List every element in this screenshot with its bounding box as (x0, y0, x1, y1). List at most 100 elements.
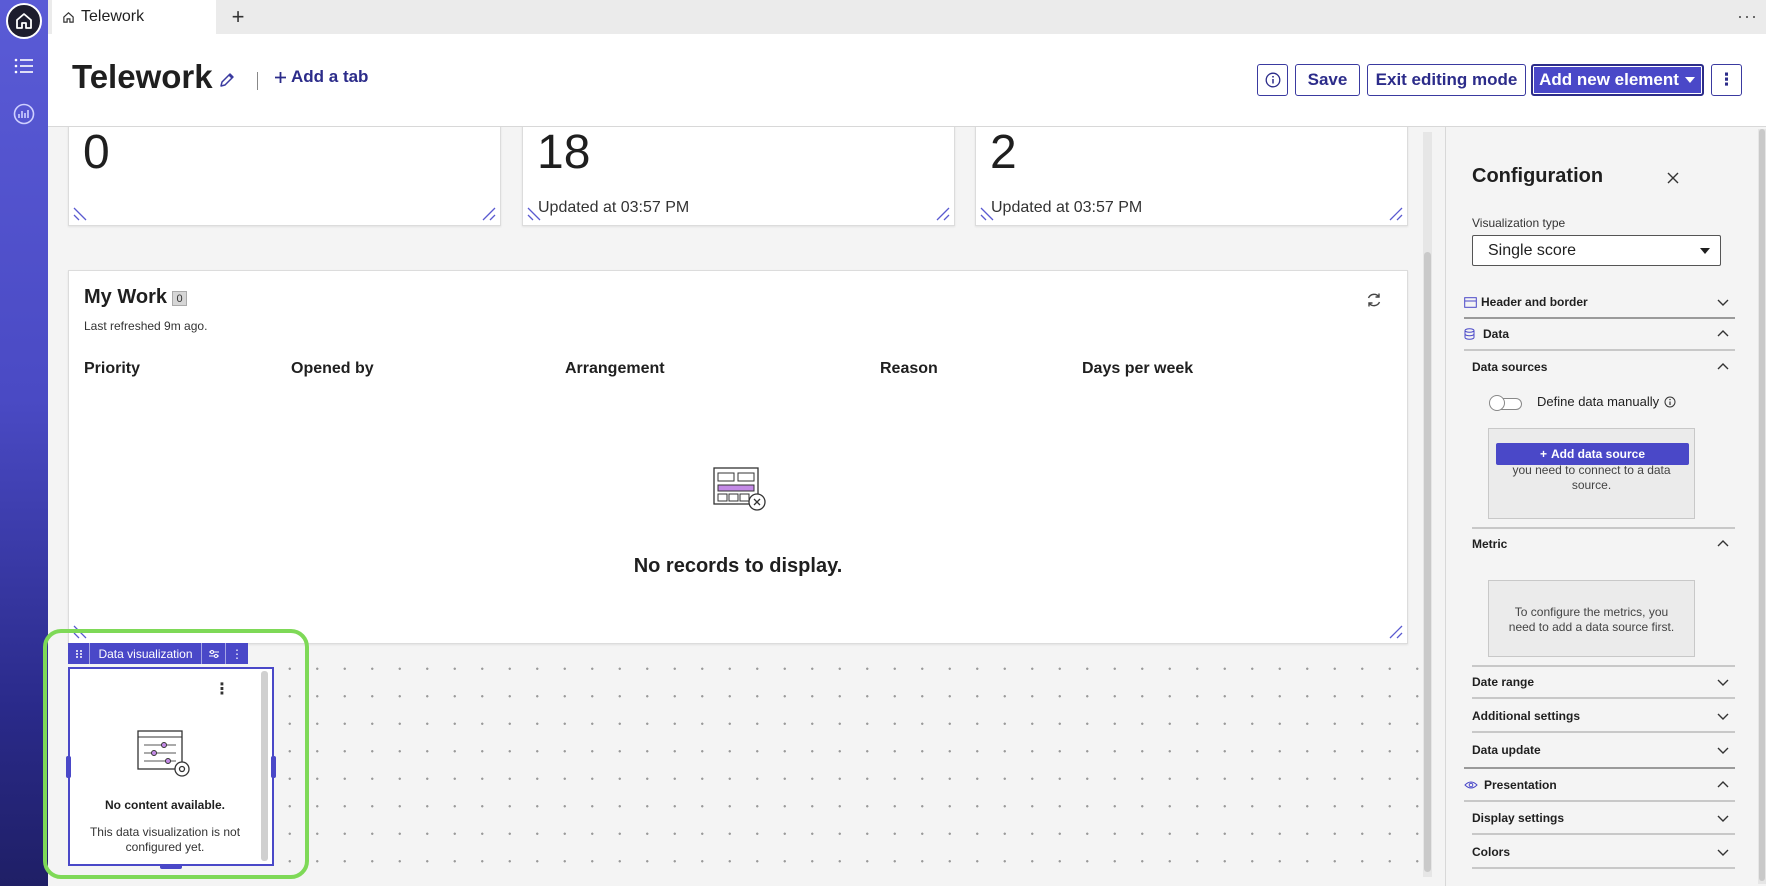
column-header[interactable]: Reason (880, 360, 938, 378)
resize-handle-icon[interactable] (1389, 207, 1403, 221)
exit-editing-button[interactable]: Exit editing mode (1367, 64, 1526, 96)
tab-label: Telework (81, 8, 145, 25)
chevron-down-icon (1717, 679, 1729, 686)
chevron-up-icon (1717, 363, 1729, 370)
divider (1464, 767, 1735, 769)
configuration-panel: Configuration Visualization type Single … (1445, 127, 1766, 886)
analytics-icon[interactable] (12, 102, 36, 126)
panel-title: Configuration (1472, 165, 1604, 187)
divider (1464, 800, 1735, 802)
refresh-icon[interactable] (1365, 291, 1383, 309)
widget-scrollbar[interactable] (261, 671, 268, 861)
metric-hint-box: To configure the metrics, you need to ad… (1488, 580, 1695, 657)
chevron-up-icon (1717, 330, 1729, 337)
widget-title: My Work (84, 286, 167, 308)
drag-handle-icon[interactable] (68, 643, 90, 664)
scrollbar-thumb[interactable] (1759, 129, 1765, 881)
add-tab-button[interactable]: Add a tab (274, 67, 368, 87)
widget-toolbar-label: Data visualization (90, 643, 202, 664)
home-icon (16, 13, 32, 29)
resize-handle-left[interactable] (66, 756, 71, 778)
section-presentation[interactable]: Presentation (1464, 770, 1735, 800)
resize-handle-icon[interactable] (527, 207, 541, 221)
section-label: Presentation (1484, 778, 1557, 792)
empty-table-icon (713, 467, 766, 511)
add-data-source-label: Add data source (1550, 447, 1646, 461)
section-header-border[interactable]: Header and border (1464, 287, 1735, 317)
add-new-element-button[interactable]: Add new element (1531, 64, 1704, 96)
info-button[interactable] (1257, 64, 1288, 96)
home-icon (63, 11, 74, 23)
chevron-down-icon (1717, 747, 1729, 754)
widget-more-icon[interactable]: ⋮ (226, 643, 248, 664)
add-data-source-button[interactable]: + Add data source (1496, 443, 1689, 465)
scrollbar-thumb[interactable] (1424, 252, 1431, 872)
chevron-up-icon (1717, 781, 1729, 788)
viz-type-value: Single score (1488, 241, 1577, 259)
tab-telework[interactable]: Telework (52, 0, 216, 34)
column-header[interactable]: Opened by (291, 360, 374, 378)
score-value: 18 (537, 127, 591, 179)
section-display-settings[interactable]: Display settings (1472, 803, 1735, 833)
score-card[interactable]: 2 Updated at 03:57 PM (975, 127, 1408, 226)
chevron-down-icon (1717, 713, 1729, 720)
section-date-range[interactable]: Date range (1472, 667, 1735, 697)
empty-description: This data visualization is not configure… (89, 825, 241, 854)
resize-handle-icon[interactable] (980, 207, 994, 221)
section-additional-settings[interactable]: Additional settings (1472, 701, 1735, 731)
caret-down-icon (1700, 248, 1710, 254)
more-options-icon[interactable]: ⋮ (214, 679, 230, 699)
score-card[interactable]: 0 (68, 127, 501, 226)
count-badge: 0 (172, 291, 187, 306)
define-manually-toggle[interactable] (1489, 395, 1522, 411)
section-data-sources[interactable]: Data sources (1472, 352, 1735, 382)
define-manually-label: Define data manually (1537, 394, 1660, 409)
empty-title: No content available. (104, 798, 226, 812)
settings-sliders-icon[interactable] (202, 643, 226, 664)
section-label: Display settings (1472, 811, 1565, 825)
pencil-icon[interactable] (218, 71, 236, 89)
panel-scrollbar[interactable] (1758, 129, 1766, 884)
section-label: Data update (1472, 743, 1541, 757)
viz-type-select[interactable]: Single score (1472, 235, 1721, 266)
viz-type-label: Visualization type (1472, 216, 1566, 230)
info-icon[interactable] (1664, 396, 1676, 408)
canvas-scrollbar[interactable] (1423, 132, 1432, 877)
score-updated: Updated at 03:57 PM (991, 199, 1143, 216)
new-tab-button[interactable]: + (226, 4, 250, 29)
section-metric[interactable]: Metric (1472, 529, 1735, 559)
data-visualization-widget[interactable]: ⋮ No content available. This data visual… (68, 667, 274, 866)
section-colors[interactable]: Colors (1472, 837, 1735, 867)
close-icon[interactable] (1666, 171, 1680, 185)
page-header: Telework Add a tab Save Exit editing mod… (48, 34, 1766, 127)
resize-handle-icon[interactable] (936, 207, 950, 221)
plus-icon: + (1539, 447, 1547, 461)
divider (1472, 731, 1735, 733)
header-divider (257, 72, 258, 90)
my-work-widget[interactable]: My Work 0 Last refreshed 9m ago. Priorit… (68, 270, 1408, 644)
divider (1472, 833, 1735, 835)
list-icon[interactable] (12, 54, 36, 78)
column-header[interactable]: Days per week (1082, 360, 1193, 378)
data-source-hint-box: To start configuring your chart, you nee… (1488, 428, 1695, 519)
last-refreshed: Last refreshed 9m ago. (84, 319, 208, 333)
save-button[interactable]: Save (1295, 64, 1360, 96)
section-data[interactable]: Data (1464, 319, 1735, 349)
resize-handle-icon[interactable] (1389, 625, 1403, 639)
more-options-button[interactable]: ⋮ (1711, 64, 1742, 96)
resize-handle-bottom[interactable] (160, 864, 182, 869)
column-header[interactable]: Arrangement (565, 360, 665, 378)
resize-handle-icon[interactable] (73, 207, 87, 221)
section-label: Data (1483, 327, 1510, 341)
resize-handle-right[interactable] (271, 756, 276, 778)
column-header[interactable]: Priority (84, 360, 140, 378)
section-label: Date range (1472, 675, 1535, 689)
tab-overflow-icon[interactable]: ··· (1737, 6, 1758, 27)
score-value: 0 (83, 127, 110, 179)
home-button[interactable] (6, 3, 42, 39)
score-card[interactable]: 18 Updated at 03:57 PM (522, 127, 955, 226)
tab-bar: Telework + ··· (48, 0, 1766, 34)
resize-handle-icon[interactable] (482, 207, 496, 221)
section-data-update[interactable]: Data update (1472, 735, 1735, 765)
section-label: Data sources (1472, 360, 1548, 374)
